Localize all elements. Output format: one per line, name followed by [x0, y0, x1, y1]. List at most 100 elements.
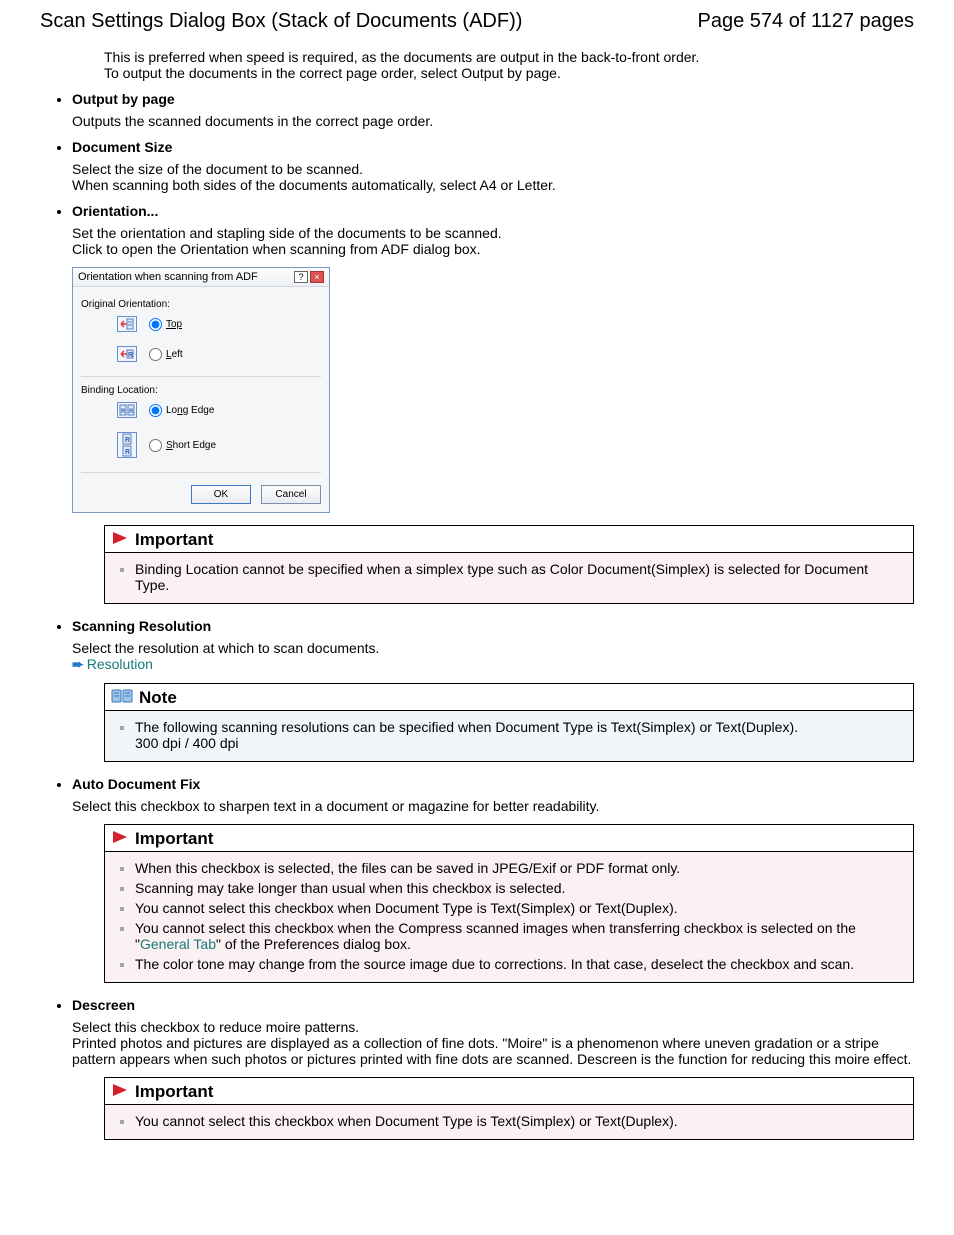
- dialog-buttons: OK Cancel: [81, 481, 321, 504]
- important-icon: [111, 530, 131, 549]
- important-body-1: Binding Location cannot be specified whe…: [105, 552, 913, 603]
- important2-i2: Scanning may take longer than usual when…: [135, 878, 903, 898]
- descreen-label: Descreen: [72, 997, 135, 1013]
- orientation-top-option[interactable]: Top: [149, 318, 182, 331]
- cancel-button[interactable]: Cancel: [261, 485, 321, 504]
- note-body-1: The following scanning resolutions can b…: [105, 710, 913, 761]
- orientation-l2: Click to open the Orientation when scann…: [72, 241, 914, 257]
- binding-long-icon: RR: [117, 402, 137, 418]
- descreen-item: Descreen Select this checkbox to reduce …: [72, 997, 914, 1140]
- note-icon: [111, 688, 135, 707]
- orientation-dialog: Orientation when scanning from ADF ? × O…: [72, 267, 330, 513]
- resolution-link-row: ➨Resolution: [72, 656, 914, 673]
- output-by-page-label: Output by page: [72, 91, 175, 107]
- binding-location-label: Binding Location:: [81, 385, 321, 396]
- auto-document-fix-desc: Select this checkbox to sharpen text in …: [72, 798, 914, 814]
- scanning-resolution-label: Scanning Resolution: [72, 618, 211, 634]
- binding-short-icon: RR: [117, 432, 137, 458]
- note1-subtext: 300 dpi / 400 dpi: [135, 735, 239, 751]
- document-size-l2: When scanning both sides of the document…: [72, 177, 914, 193]
- dialog-separator: [81, 376, 321, 377]
- orientation-desc: Set the orientation and stapling side of…: [72, 225, 914, 257]
- binding-short-option[interactable]: Short Edge: [149, 439, 216, 452]
- radio-top[interactable]: [149, 318, 162, 331]
- important1-item: Binding Location cannot be specified whe…: [135, 559, 903, 595]
- orientation-item: Orientation... Set the orientation and s…: [72, 203, 914, 604]
- important2-i1: When this checkbox is selected, the file…: [135, 858, 903, 878]
- binding-long-row: RR Long Edge: [81, 402, 321, 418]
- important-title: Important: [133, 526, 215, 552]
- arrow-icon: ➨: [72, 656, 84, 672]
- scanning-resolution-desc-wrap: Select the resolution at which to scan d…: [72, 640, 914, 673]
- orientation-left-icon: R: [117, 346, 137, 362]
- important-title: Important: [133, 825, 215, 851]
- document-size-label: Document Size: [72, 139, 172, 155]
- important-callout-1: Important Binding Location cannot be spe…: [104, 525, 914, 604]
- document-size-l1: Select the size of the document to be sc…: [72, 161, 914, 177]
- document-size-desc: Select the size of the document to be sc…: [72, 161, 914, 193]
- intro-line1: This is preferred when speed is required…: [104, 49, 914, 65]
- note1-item: The following scanning resolutions can b…: [135, 717, 903, 753]
- auto-document-fix-item: Auto Document Fix Select this checkbox t…: [72, 776, 914, 983]
- ok-button[interactable]: OK: [191, 485, 251, 504]
- descreen-desc: Select this checkbox to reduce moire pat…: [72, 1019, 914, 1067]
- orientation-top-icon: [117, 316, 137, 332]
- note-title: Note: [137, 684, 179, 710]
- descreen-l1: Select this checkbox to reduce moire pat…: [72, 1019, 914, 1035]
- binding-long-option[interactable]: Long Edge: [149, 404, 214, 417]
- svg-text:R: R: [121, 409, 126, 415]
- page-counter: Page 574 of 1127 pages: [698, 10, 914, 33]
- original-orientation-label: Original Orientation:: [81, 299, 321, 310]
- dialog-body: Original Orientation: Top R Left Binding…: [73, 287, 329, 512]
- note-callout-1: Note The following scanning resolutions …: [104, 683, 914, 762]
- svg-text:R: R: [128, 352, 133, 359]
- important-body-3: You cannot select this checkbox when Doc…: [105, 1104, 913, 1139]
- binding-short-row: RR Short Edge: [81, 432, 321, 458]
- intro-line2: To output the documents in the correct p…: [104, 65, 914, 81]
- output-by-page-desc: Outputs the scanned documents in the cor…: [72, 113, 914, 129]
- orientation-left-option[interactable]: Left: [149, 348, 183, 361]
- svg-text:R: R: [125, 437, 130, 444]
- resolution-link[interactable]: Resolution: [87, 656, 153, 672]
- svg-text:R: R: [129, 409, 134, 415]
- radio-top-label: Top: [166, 319, 182, 330]
- important2-i4: You cannot select this checkbox when the…: [135, 918, 903, 954]
- scanning-resolution-item: Scanning Resolution Select the resolutio…: [72, 618, 914, 762]
- important-title: Important: [133, 1078, 215, 1104]
- orientation-label: Orientation...: [72, 203, 158, 219]
- important2-i5: The color tone may change from the sourc…: [135, 954, 903, 974]
- orientation-top-row: Top: [81, 316, 321, 332]
- dialog-separator-2: [81, 472, 321, 473]
- radio-left[interactable]: [149, 348, 162, 361]
- svg-text:R: R: [125, 449, 130, 456]
- help-icon[interactable]: ?: [294, 271, 308, 283]
- important-body-2: When this checkbox is selected, the file…: [105, 851, 913, 982]
- output-by-page-item: Output by page Outputs the scanned docum…: [72, 91, 914, 129]
- dialog-window-controls: ? ×: [294, 271, 324, 283]
- orientation-left-row: R Left: [81, 346, 321, 362]
- close-icon[interactable]: ×: [310, 271, 324, 283]
- header-title: Scan Settings Dialog Box (Stack of Docum…: [40, 10, 522, 33]
- important-icon: [111, 1082, 131, 1101]
- auto-document-fix-label: Auto Document Fix: [72, 776, 200, 792]
- main-list: Document Size Select the size of the doc…: [72, 139, 914, 1140]
- important2-i3: You cannot select this checkbox when Doc…: [135, 898, 903, 918]
- dialog-title-text: Orientation when scanning from ADF: [78, 271, 258, 283]
- page-header: Scan Settings Dialog Box (Stack of Docum…: [40, 10, 914, 33]
- descreen-l2: Printed photos and pictures are displaye…: [72, 1035, 914, 1067]
- dialog-titlebar: Orientation when scanning from ADF ? ×: [73, 268, 329, 287]
- document-size-item: Document Size Select the size of the doc…: [72, 139, 914, 193]
- important-callout-3: Important You cannot select this checkbo…: [104, 1077, 914, 1140]
- important2-i4b: " of the Preferences dialog box.: [216, 936, 411, 952]
- output-by-page-list: Output by page Outputs the scanned docum…: [72, 91, 914, 129]
- scanning-resolution-desc: Select the resolution at which to scan d…: [72, 640, 914, 656]
- orientation-l1: Set the orientation and stapling side of…: [72, 225, 914, 241]
- important-icon: [111, 829, 131, 848]
- general-tab-link[interactable]: General Tab: [140, 936, 216, 952]
- intro-text: This is preferred when speed is required…: [104, 49, 914, 81]
- note1-text: The following scanning resolutions can b…: [135, 719, 798, 735]
- radio-short-edge[interactable]: [149, 439, 162, 452]
- important3-i1: You cannot select this checkbox when Doc…: [135, 1111, 903, 1131]
- important-callout-2: Important When this checkbox is selected…: [104, 824, 914, 983]
- radio-long-edge[interactable]: [149, 404, 162, 417]
